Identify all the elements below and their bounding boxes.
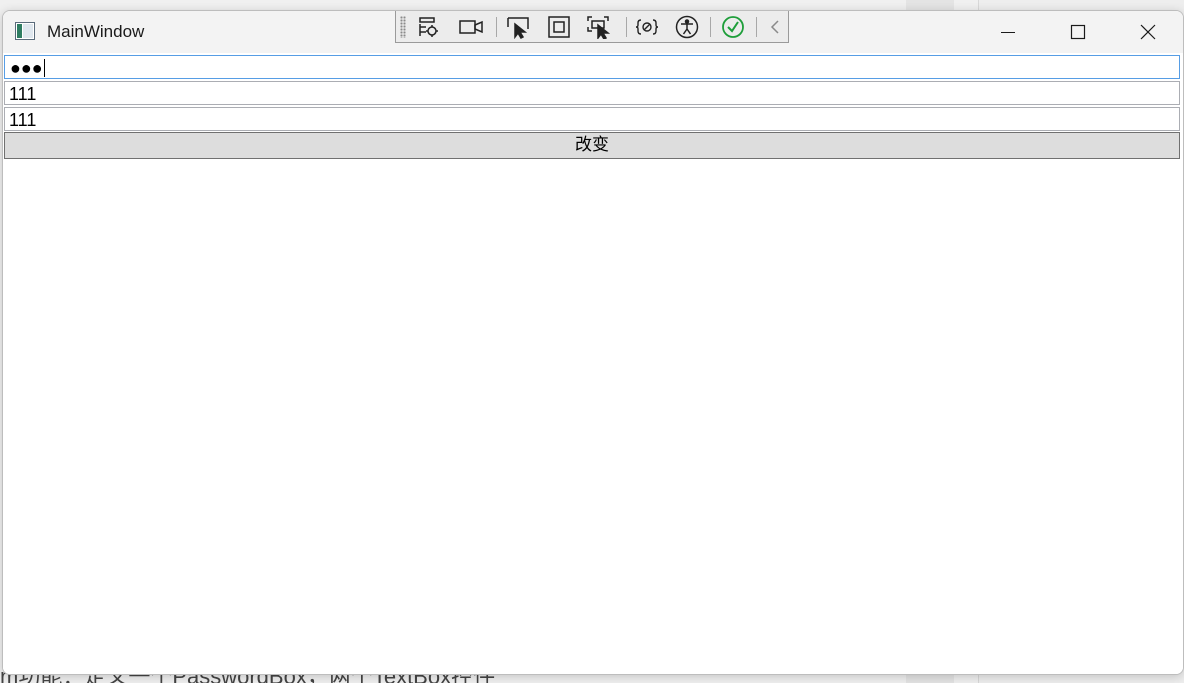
minimize-icon (1001, 32, 1015, 33)
textbox-2[interactable]: 111 (4, 107, 1180, 131)
maximize-icon (1070, 24, 1086, 40)
close-button[interactable] (1113, 11, 1183, 53)
minimize-button[interactable] (973, 11, 1043, 53)
accessibility-icon[interactable] (674, 15, 700, 39)
track-focused-element-icon[interactable] (586, 15, 612, 39)
select-element-icon[interactable] (506, 15, 532, 39)
display-layout-adorners-icon[interactable] (546, 15, 572, 39)
close-icon (1140, 24, 1156, 40)
hot-reload-ok-icon[interactable] (720, 15, 746, 39)
binding-failures-icon[interactable] (634, 15, 660, 39)
camera-icon[interactable] (458, 15, 484, 39)
collapse-toolbar-icon[interactable] (762, 15, 788, 39)
window-title: MainWindow (47, 22, 145, 41)
toolbar-grip-icon[interactable] (400, 16, 406, 38)
password-box[interactable]: ●●● (4, 55, 1180, 79)
main-window: MainWindow ●●● 111 111 改变 (2, 10, 1184, 675)
text-caret (43, 59, 45, 77)
title-bar[interactable]: MainWindow (3, 11, 1183, 53)
wpf-debug-toolbar (395, 11, 789, 43)
live-visual-tree-icon[interactable] (416, 15, 442, 39)
window-content: ●●● 111 111 改变 (3, 54, 1183, 674)
app-window-icon (15, 22, 35, 40)
change-button[interactable]: 改变 (4, 132, 1180, 159)
textbox-1[interactable]: 111 (4, 81, 1180, 105)
maximize-button[interactable] (1043, 11, 1113, 53)
password-mask: ●●● (10, 58, 45, 78)
